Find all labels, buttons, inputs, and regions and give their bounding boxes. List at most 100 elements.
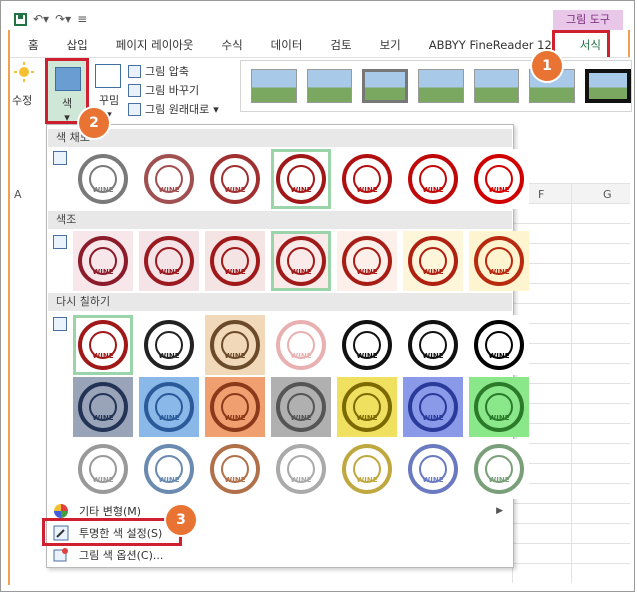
- wine-stamp-image: WINE: [78, 444, 128, 494]
- saturation-option[interactable]: WINE: [73, 149, 133, 209]
- recolor-option[interactable]: WINE: [271, 439, 331, 499]
- tone-option[interactable]: WINE: [205, 231, 265, 291]
- stamp-text: WINE: [158, 414, 180, 422]
- tone-option[interactable]: WINE: [403, 231, 463, 291]
- wine-stamp-image: WINE: [210, 154, 260, 204]
- tone-option[interactable]: WINE: [73, 231, 133, 291]
- stamp-text: WINE: [290, 414, 312, 422]
- saturation-option[interactable]: WINE: [205, 149, 265, 209]
- tab-formulas[interactable]: 수식: [207, 37, 256, 53]
- recolor-option[interactable]: WINE: [469, 377, 529, 437]
- adjust-commands: 그림 압축 그림 바꾸기 그림 원래대로 ▾: [128, 62, 219, 119]
- recolor-option[interactable]: WINE: [337, 439, 397, 499]
- recolor-option[interactable]: WINE: [205, 439, 265, 499]
- wine-stamp-image: WINE: [408, 154, 458, 204]
- stamp-text: WINE: [356, 186, 378, 194]
- picture-style-4[interactable]: [418, 69, 464, 103]
- compress-pictures-button[interactable]: 그림 압축: [128, 62, 219, 80]
- recolor-option[interactable]: WINE: [73, 315, 133, 375]
- tone-icon: [53, 235, 67, 249]
- step-badge-1: 1: [532, 51, 562, 81]
- customize-qat-icon[interactable]: ≡: [77, 12, 87, 26]
- tab-insert[interactable]: 삽입: [53, 37, 102, 53]
- stamp-text: WINE: [488, 268, 510, 276]
- reset-picture-button[interactable]: 그림 원래대로 ▾: [128, 100, 219, 118]
- wine-stamp-image: WINE: [342, 236, 392, 286]
- wine-stamp-image: WINE: [210, 236, 260, 286]
- stamp-text: WINE: [488, 186, 510, 194]
- recolor-option[interactable]: WINE: [469, 439, 529, 499]
- column-header-g[interactable]: G: [603, 188, 612, 201]
- picture-color-icon: [55, 67, 81, 91]
- change-picture-button[interactable]: 그림 바꾸기: [128, 81, 219, 99]
- reset-picture-icon: [128, 102, 141, 116]
- stamp-text: WINE: [92, 414, 114, 422]
- cell-grid[interactable]: [512, 183, 630, 583]
- ribbon-tabs: 홈 삽입 페이지 레이아웃 수식 데이터 검토 보기 ABBYY FineRea…: [14, 33, 615, 57]
- stamp-text: WINE: [158, 352, 180, 360]
- saturation-option[interactable]: WINE: [403, 149, 463, 209]
- recolor-option[interactable]: WINE: [73, 439, 133, 499]
- picture-color-options-item[interactable]: 그림 색 옵션(C)...: [47, 545, 511, 565]
- tab-data[interactable]: 데이터: [257, 37, 317, 53]
- recolor-option[interactable]: WINE: [205, 377, 265, 437]
- wine-stamp-image: WINE: [342, 444, 392, 494]
- saturation-option[interactable]: WINE: [337, 149, 397, 209]
- recolor-option[interactable]: WINE: [337, 377, 397, 437]
- tab-abbyy[interactable]: ABBYY FineReader 12: [415, 38, 566, 52]
- recolor-option[interactable]: WINE: [337, 315, 397, 375]
- tone-option[interactable]: WINE: [271, 231, 331, 291]
- wine-stamp-image: WINE: [78, 154, 128, 204]
- saturation-option[interactable]: WINE: [139, 149, 199, 209]
- recolor-option[interactable]: WINE: [139, 377, 199, 437]
- picture-tools-label: 그림 도구: [553, 10, 623, 30]
- column-header-f[interactable]: F: [538, 188, 544, 201]
- tab-home[interactable]: 홈: [14, 37, 53, 53]
- stamp-text: WINE: [290, 476, 312, 484]
- stamp-text: WINE: [224, 476, 246, 484]
- corrections-label: 수정: [12, 94, 33, 107]
- stamp-text: WINE: [422, 414, 444, 422]
- undo-icon[interactable]: ↶▾: [33, 12, 49, 26]
- tone-option[interactable]: WINE: [139, 231, 199, 291]
- picture-color-options-label: 그림 색 옵션(C)...: [79, 549, 164, 562]
- recolor-option[interactable]: WINE: [403, 377, 463, 437]
- recolor-option[interactable]: WINE: [73, 377, 133, 437]
- stamp-text: WINE: [356, 352, 378, 360]
- tab-page-layout[interactable]: 페이지 레이아웃: [102, 37, 208, 53]
- recolor-option[interactable]: WINE: [403, 439, 463, 499]
- recolor-row-3: WINE WINE WINE WINE WINE WINE WINE: [73, 439, 529, 499]
- tone-option[interactable]: WINE: [469, 231, 529, 291]
- recolor-option[interactable]: WINE: [139, 439, 199, 499]
- recolor-option[interactable]: WINE: [271, 377, 331, 437]
- redo-icon[interactable]: ↷▾: [55, 12, 71, 26]
- corrections-icon[interactable]: [14, 62, 34, 82]
- wine-stamp-image: WINE: [276, 320, 326, 370]
- wine-stamp-image: WINE: [474, 320, 524, 370]
- tone-option[interactable]: WINE: [337, 231, 397, 291]
- recolor-option[interactable]: WINE: [469, 315, 529, 375]
- tab-review[interactable]: 검토: [316, 37, 365, 53]
- stamp-text: WINE: [356, 476, 378, 484]
- picture-style-3[interactable]: [362, 69, 409, 103]
- saturation-option[interactable]: WINE: [271, 149, 331, 209]
- more-variations-label: 기타 변형(M): [79, 505, 142, 518]
- picture-style-5[interactable]: [473, 69, 520, 103]
- tone-row: WINE WINE WINE WINE WINE WINE WINE: [73, 231, 529, 291]
- wine-stamp-image: WINE: [78, 382, 128, 432]
- picture-style-1[interactable]: [251, 69, 297, 103]
- wine-stamp-image: WINE: [342, 320, 392, 370]
- saturation-option[interactable]: WINE: [469, 149, 529, 209]
- save-icon[interactable]: [14, 12, 27, 26]
- color-wheel-icon: [53, 503, 69, 519]
- tab-view[interactable]: 보기: [366, 37, 415, 53]
- column-header-a[interactable]: A: [14, 188, 22, 201]
- recolor-option[interactable]: WINE: [403, 315, 463, 375]
- stamp-text: WINE: [158, 186, 180, 194]
- picture-style-7[interactable]: [585, 69, 631, 103]
- wine-stamp-image: WINE: [144, 236, 194, 286]
- recolor-option[interactable]: WINE: [205, 315, 265, 375]
- picture-style-2[interactable]: [306, 69, 353, 103]
- recolor-option[interactable]: WINE: [139, 315, 199, 375]
- recolor-option[interactable]: WINE: [271, 315, 331, 375]
